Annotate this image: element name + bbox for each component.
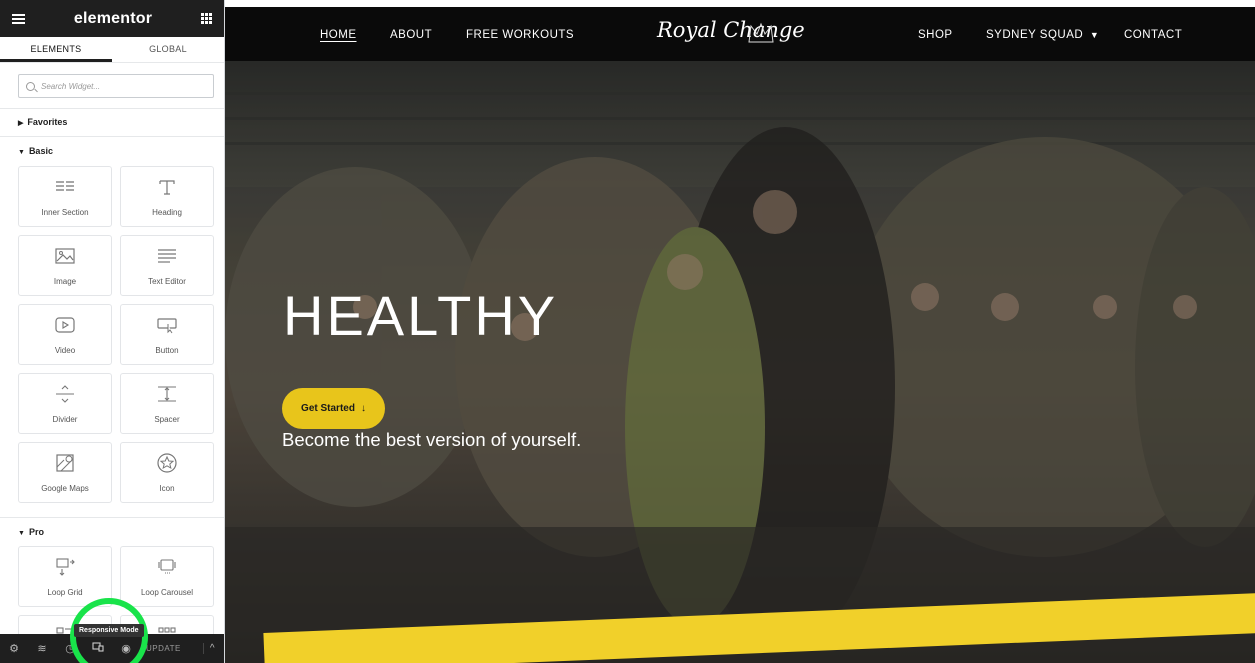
widget-spacer[interactable]: Spacer — [120, 373, 214, 434]
category-pro[interactable]: ▼ Pro — [0, 527, 224, 537]
nav-label: SYDNEY SQUAD — [986, 29, 1084, 41]
divider — [0, 108, 224, 109]
get-started-button[interactable]: Get Started ↓ — [282, 388, 385, 429]
widget-heading[interactable]: Heading — [120, 166, 214, 227]
widget-label: Inner Section — [41, 208, 89, 217]
nav-about[interactable]: ABOUT — [390, 29, 432, 41]
arrow-down-icon: ↓ — [360, 403, 366, 414]
category-basic[interactable]: ▼ Basic — [0, 146, 224, 156]
panel-header: elementor — [0, 0, 224, 37]
hero-title: HEALTHY — [283, 284, 559, 347]
widget-image[interactable]: Image — [18, 235, 112, 296]
widget-label: Heading — [152, 208, 182, 217]
widget-divider[interactable]: Divider — [18, 373, 112, 434]
widget-label: Text Editor — [148, 277, 186, 286]
nav-sydney-squad[interactable]: SYDNEY SQUAD ▼ — [986, 29, 1099, 41]
search-icon — [26, 81, 35, 91]
nav-home[interactable]: HOME — [320, 29, 357, 41]
widget-label: Loop Grid — [47, 588, 83, 597]
loop-grid-icon — [19, 556, 111, 578]
nav-free-workouts[interactable]: FREE WORKOUTS — [466, 29, 574, 41]
navigator-icon[interactable]: ≋ — [28, 642, 56, 655]
menu-icon[interactable] — [12, 13, 25, 24]
caret-down-icon: ▼ — [18, 530, 25, 537]
category-label: Pro — [28, 527, 44, 537]
update-button[interactable]: UPDATE — [146, 644, 181, 653]
site-preview: HOME ABOUT FREE WORKOUTS Royal Change SH… — [225, 0, 1255, 663]
nav-shop[interactable]: SHOP — [918, 29, 953, 41]
widget-label: Google Maps — [41, 484, 89, 493]
widget-loop-carousel[interactable]: Loop Carousel — [120, 546, 214, 607]
tab-elements[interactable]: ELEMENTS — [0, 37, 112, 62]
caret-down-icon: ▼ — [1089, 30, 1100, 40]
settings-icon[interactable]: ⚙ — [0, 642, 28, 655]
search-input[interactable]: Search Widget... — [18, 74, 214, 98]
caret-down-icon: ▼ — [18, 149, 25, 156]
hero-subtitle: Become the best version of yourself. — [282, 429, 582, 450]
widget-label: Loop Carousel — [140, 588, 194, 597]
video-icon — [19, 314, 111, 336]
search-placeholder: Search Widget... — [41, 81, 101, 91]
elementor-logo: elementor — [73, 9, 153, 27]
divider-icon — [19, 383, 111, 405]
widget-video[interactable]: Video — [18, 304, 112, 365]
tab-global[interactable]: GLOBAL — [112, 37, 224, 62]
site-nav-bar: HOME ABOUT FREE WORKOUTS Royal Change SH… — [225, 7, 1255, 61]
panel-tabs: ELEMENTS GLOBAL — [0, 37, 224, 63]
widget-label: Spacer — [154, 415, 180, 424]
widget-label: Divider — [52, 415, 78, 424]
inner-section-icon — [19, 176, 111, 198]
widget-button[interactable]: Button — [120, 304, 214, 365]
widget-google-maps[interactable]: Google Maps — [18, 442, 112, 503]
elementor-panel: elementor ELEMENTS GLOBAL Search Widget.… — [0, 0, 225, 663]
cta-label: Get Started — [301, 403, 355, 414]
widget-inner-section[interactable]: Inner Section — [18, 166, 112, 227]
nav-contact[interactable]: CONTACT — [1124, 29, 1182, 41]
star-icon — [121, 452, 213, 474]
widgets-grid-icon[interactable] — [201, 13, 212, 24]
widget-label: Image — [53, 277, 77, 286]
widget-label: Video — [54, 346, 76, 355]
heading-icon — [121, 176, 213, 198]
category-label: Basic — [28, 146, 53, 156]
divider — [0, 136, 224, 137]
loop-carousel-icon — [121, 556, 213, 578]
widget-loop-grid[interactable]: Loop Grid — [18, 546, 112, 607]
widget-text-editor[interactable]: Text Editor — [120, 235, 214, 296]
divider — [0, 517, 224, 518]
caret-right-icon: ▶ — [18, 120, 24, 127]
spacer-icon — [121, 383, 213, 405]
text-editor-icon — [121, 245, 213, 267]
widget-icon[interactable]: Icon — [120, 442, 214, 503]
crown-logo-icon — [748, 22, 774, 43]
widget-label: Icon — [159, 484, 175, 493]
widget-label: Button — [155, 346, 179, 355]
google-maps-icon — [19, 452, 111, 474]
button-icon — [121, 314, 213, 336]
responsive-mode-tooltip: Responsive Mode — [74, 624, 144, 637]
chevron-up-icon[interactable]: ^ — [202, 643, 215, 654]
image-icon — [19, 245, 111, 267]
category-label: Favorites — [27, 117, 68, 127]
site-logo[interactable]: Royal Change — [657, 18, 805, 42]
category-favorites[interactable]: ▶ Favorites — [0, 117, 224, 127]
